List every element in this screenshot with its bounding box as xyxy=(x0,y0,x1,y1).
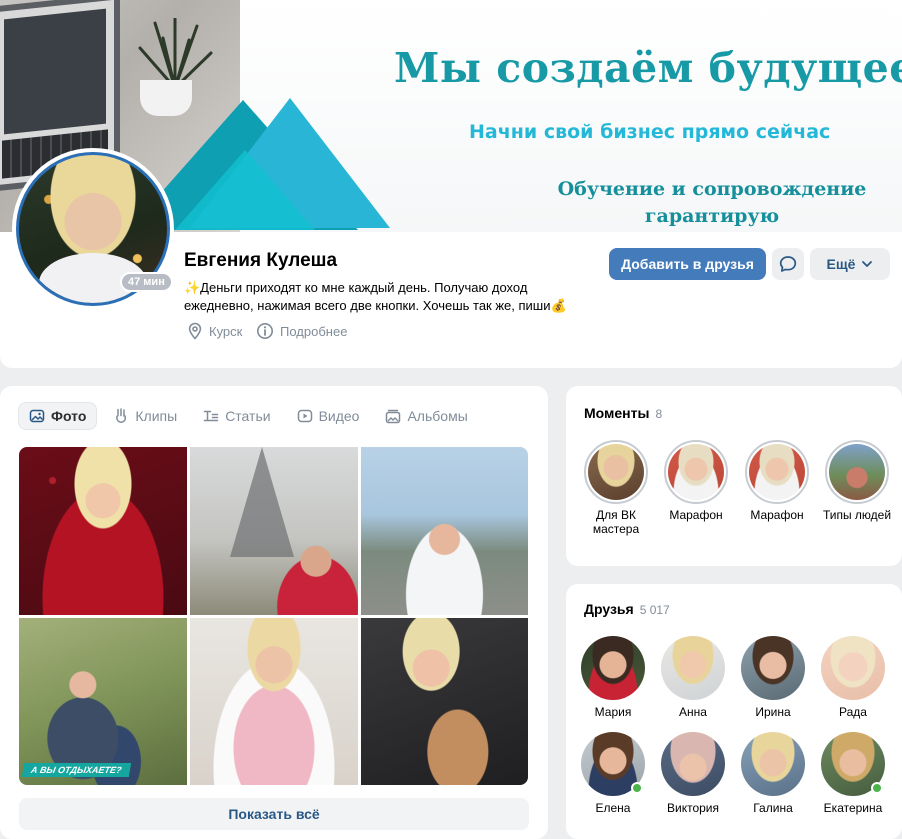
articles-icon xyxy=(203,410,219,422)
more-button-label: Ещё xyxy=(826,256,856,272)
profile-header-card: Мы создаём будущее Начни свой бизнес пря… xyxy=(0,0,902,368)
video-icon xyxy=(297,409,312,423)
photo-thumbnail[interactable] xyxy=(19,447,187,615)
tab-label: Альбомы xyxy=(407,408,468,424)
friend-avatar xyxy=(821,636,885,700)
friend-avatar xyxy=(661,636,725,700)
tab-label: Фото xyxy=(51,408,87,424)
photo-icon xyxy=(29,409,45,423)
message-button[interactable] xyxy=(772,248,804,280)
photo-grid: А ВЫ ОТДЫХАЕТЕ? xyxy=(19,447,528,785)
moment-item[interactable]: Марафон xyxy=(655,440,737,522)
friend-item[interactable]: Виктория xyxy=(654,732,732,815)
tab-albums[interactable]: Альбомы xyxy=(375,402,477,430)
info-icon xyxy=(257,323,273,339)
albums-icon xyxy=(386,409,401,424)
friend-avatar xyxy=(581,636,645,700)
friend-name: Мария xyxy=(594,705,632,719)
profile-location: Курск xyxy=(186,322,242,340)
friend-name: Рада xyxy=(839,705,867,719)
moment-cover xyxy=(745,440,809,504)
more-button[interactable]: Ещё xyxy=(810,248,890,280)
tab-articles[interactable]: Статьи xyxy=(193,402,280,430)
photo-thumbnail[interactable] xyxy=(361,447,528,615)
moments-title-label: Моменты xyxy=(584,405,650,421)
friend-item[interactable]: Мария xyxy=(574,636,652,719)
photo-thumbnail[interactable] xyxy=(361,618,528,785)
details-link-label: Подробнее xyxy=(280,323,348,339)
moments-count: 8 xyxy=(655,407,663,421)
cover-note: Обучение и сопровождение гарантирую xyxy=(557,178,867,227)
friend-item[interactable]: Галина xyxy=(734,732,812,815)
eiffel-tower-shape xyxy=(230,447,294,557)
online-indicator xyxy=(871,782,883,794)
cover-subtitle: Начни свой бизнес прямо сейчас xyxy=(469,121,831,143)
friend-avatar xyxy=(741,732,805,796)
friend-name: Екатерина xyxy=(823,801,883,815)
friend-item[interactable]: Ирина xyxy=(734,636,812,719)
friend-item[interactable]: Екатерина xyxy=(814,732,892,815)
media-tabs: Фото Клипы Статьи Видео Альбомы xyxy=(18,402,478,430)
chevron-down-icon xyxy=(862,261,873,267)
friend-name: Виктория xyxy=(666,801,719,815)
moment-item[interactable]: Типы людей xyxy=(816,440,898,522)
moments-title[interactable]: Моменты 8 xyxy=(584,405,662,421)
cover-title: Мы создаём будущее xyxy=(394,44,902,92)
cover-triangle xyxy=(175,150,315,230)
profile-name: Евгения Кулеша xyxy=(184,250,338,271)
friend-item[interactable]: Елена xyxy=(574,732,652,815)
moment-label: Марафон xyxy=(750,508,804,522)
moment-cover xyxy=(664,440,728,504)
photo-thumbnail[interactable] xyxy=(190,618,358,785)
photo-thumbnail[interactable]: А ВЫ ОТДЫХАЕТЕ? xyxy=(19,618,187,785)
moment-label: Для ВК мастера xyxy=(592,508,640,536)
moment-label: Марафон xyxy=(669,508,723,522)
last-seen-badge: 47 мин xyxy=(120,272,173,292)
friend-name: Галина xyxy=(753,801,793,815)
friend-item[interactable]: Рада xyxy=(814,636,892,719)
friend-avatar xyxy=(581,732,645,796)
friends-title[interactable]: Друзья 5 017 xyxy=(584,601,670,617)
tab-label: Статьи xyxy=(225,408,271,424)
details-link[interactable]: Подробнее xyxy=(256,322,347,340)
photo-thumbnail[interactable] xyxy=(190,447,358,615)
message-icon xyxy=(779,256,797,272)
friend-name: Ирина xyxy=(755,705,791,719)
friends-title-label: Друзья xyxy=(584,601,634,617)
tab-label: Клипы xyxy=(135,408,178,424)
add-friend-button[interactable]: Добавить в друзья xyxy=(609,248,766,280)
tab-video[interactable]: Видео xyxy=(287,402,370,430)
tab-label: Видео xyxy=(318,408,360,424)
friend-item[interactable]: Анна xyxy=(654,636,732,719)
moment-cover xyxy=(584,440,648,504)
moment-item[interactable]: Для ВК мастера xyxy=(575,440,657,536)
friend-name: Елена xyxy=(595,801,631,815)
friends-count: 5 017 xyxy=(639,603,670,617)
photo-caption: А ВЫ ОТДЫХАЕТЕ? xyxy=(21,763,131,777)
moment-item[interactable]: Марафон xyxy=(736,440,818,522)
moment-label: Типы людей xyxy=(822,508,892,522)
location-pin-icon xyxy=(188,322,202,340)
friend-avatar xyxy=(741,636,805,700)
plant-icon xyxy=(138,18,213,88)
friend-name: Анна xyxy=(679,705,707,719)
profile-status: ✨Деньги приходят ко мне каждый день. Пол… xyxy=(184,280,567,313)
friend-avatar xyxy=(821,732,885,796)
clips-icon xyxy=(116,408,127,424)
moment-cover xyxy=(825,440,889,504)
tab-clips[interactable]: Клипы xyxy=(103,402,187,430)
friend-avatar xyxy=(661,732,725,796)
show-all-button[interactable]: Показать всё xyxy=(19,798,529,830)
tab-photos[interactable]: Фото xyxy=(18,402,98,430)
profile-city: Курск xyxy=(209,323,243,339)
online-indicator xyxy=(631,782,643,794)
